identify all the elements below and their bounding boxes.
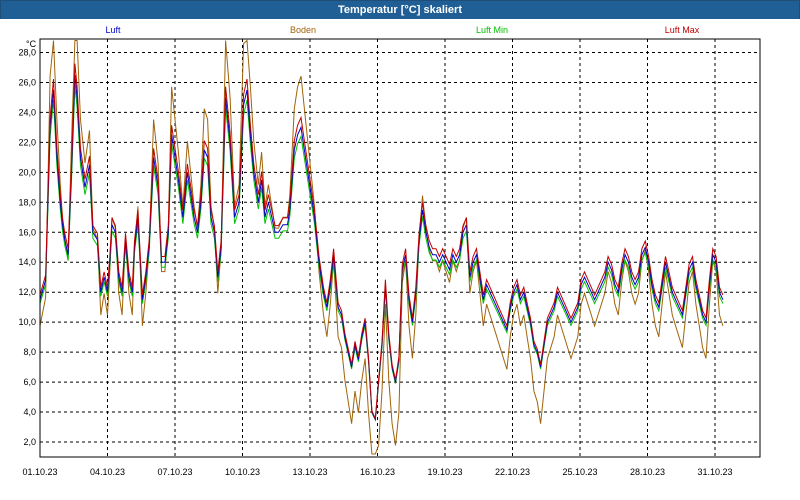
y-tick-label: 10,0 — [18, 317, 36, 327]
y-tick-label: 4,0 — [23, 407, 36, 417]
legend-entry: Boden — [290, 25, 316, 35]
y-tick-label: 20,0 — [18, 167, 36, 177]
x-tick-label: 28.10.23 — [630, 467, 665, 477]
x-tick-label: 25.10.23 — [562, 467, 597, 477]
x-tick-label: 16.10.23 — [360, 467, 395, 477]
x-tick-label: 13.10.23 — [292, 467, 327, 477]
x-tick-label: 22.10.23 — [495, 467, 530, 477]
legend-entry: Luft Min — [476, 25, 508, 35]
x-tick-label: 31.10.23 — [697, 467, 732, 477]
y-axis-unit: °C — [26, 39, 37, 49]
y-tick-label: 16,0 — [18, 227, 36, 237]
y-tick-label: 24,0 — [18, 107, 36, 117]
temperature-chart: 2,0 4,0 6,0 8,0 10,0 12,0 14,0 16,0 18,0 20,0 22,0… — [0, 19, 800, 500]
y-tick-label: 2,0 — [23, 437, 36, 447]
y-tick-label: 6,0 — [23, 377, 36, 387]
x-tick-label: 10.10.23 — [225, 467, 260, 477]
x-tick-label: 07.10.23 — [157, 467, 192, 477]
x-tick-label: 19.10.23 — [427, 467, 462, 477]
y-tick-label: 22,0 — [18, 137, 36, 147]
plot-background — [0, 19, 800, 500]
y-tick-label: 12,0 — [18, 287, 36, 297]
y-tick-label: 8,0 — [23, 347, 36, 357]
window-title: Temperatur [°C] skaliert — [1, 1, 799, 20]
x-tick-label: 01.10.23 — [22, 467, 57, 477]
legend-entry: Luft Max — [665, 25, 700, 35]
x-tick-label: 04.10.23 — [90, 467, 125, 477]
y-tick-label: 14,0 — [18, 257, 36, 267]
legend-entry: Luft — [105, 25, 121, 35]
y-tick-label: 26,0 — [18, 77, 36, 87]
y-tick-label: 18,0 — [18, 197, 36, 207]
